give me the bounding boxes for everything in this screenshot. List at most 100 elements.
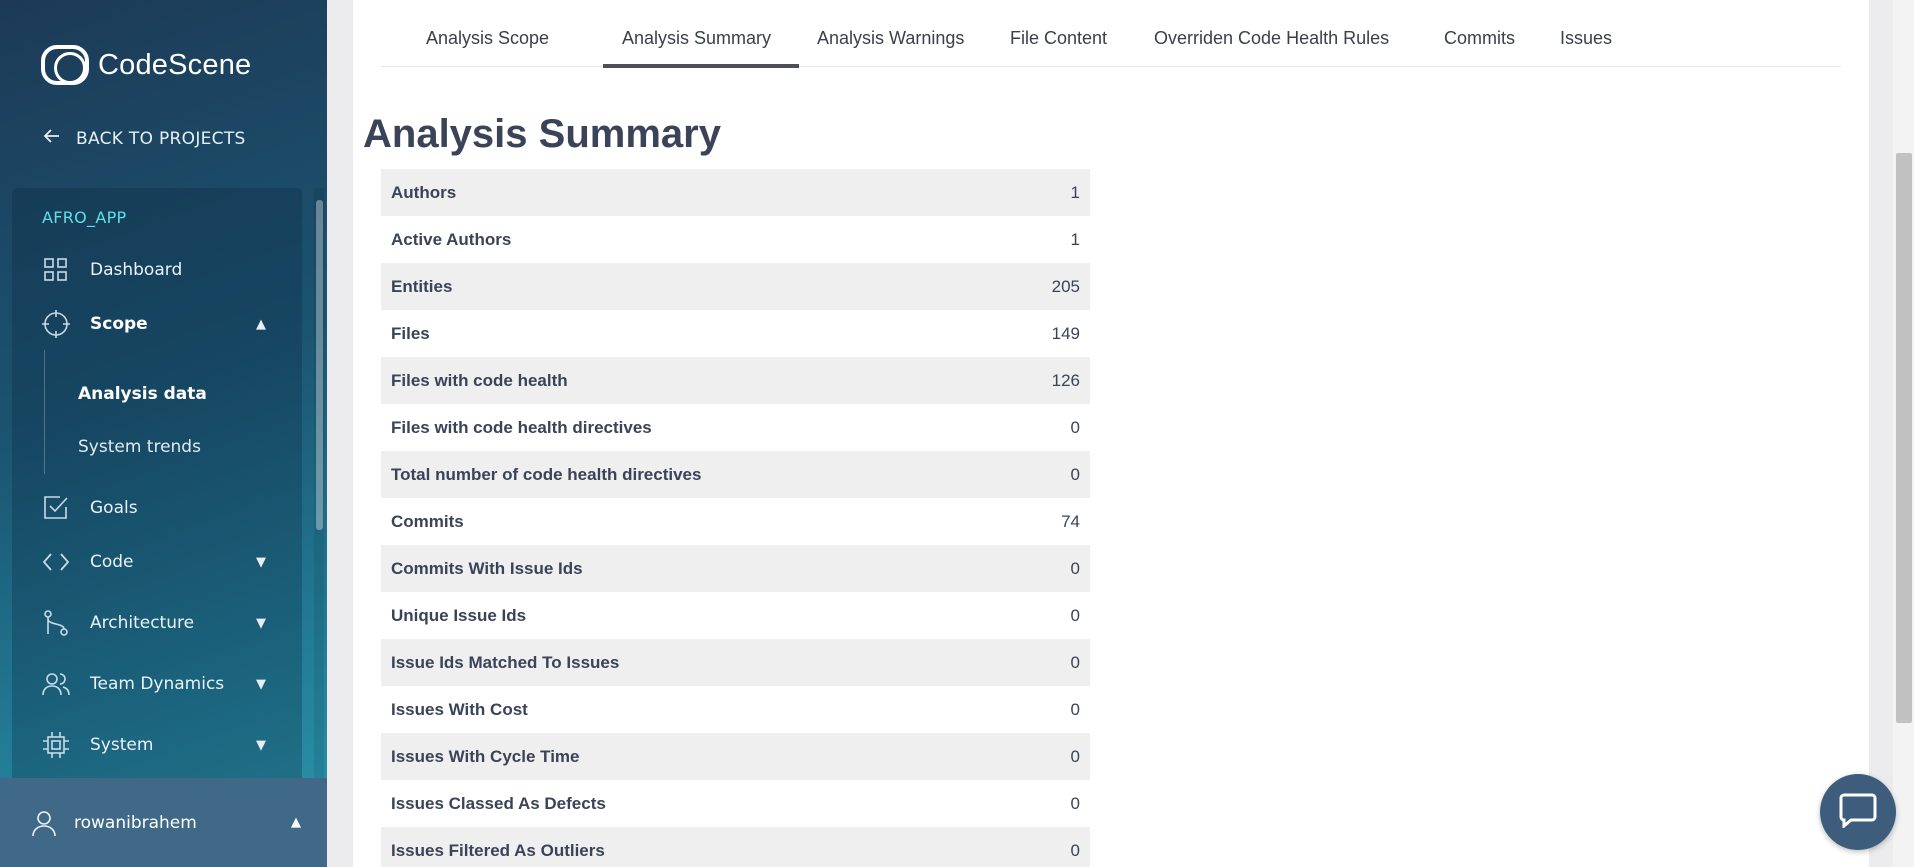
row-label: Total number of code health directives xyxy=(391,464,702,484)
row-value: 0 xyxy=(1070,652,1080,672)
back-to-projects-link[interactable]: BACK TO PROJECTS xyxy=(42,126,246,151)
main-content: Analysis Scope Analysis Summary Analysis… xyxy=(353,0,1869,867)
row-label: Issues Classed As Defects xyxy=(391,793,606,813)
page-title: Analysis Summary xyxy=(363,112,721,156)
user-name: rowanibrahem xyxy=(74,812,197,833)
tab-overriden-code-health-rules[interactable]: Overriden Code Health Rules xyxy=(1154,28,1389,49)
table-row: Unique Issue Ids 0 xyxy=(381,592,1090,639)
table-row: Files with code health 126 xyxy=(381,357,1090,404)
row-label: Issues Filtered As Outliers xyxy=(391,840,605,860)
tab-commits[interactable]: Commits xyxy=(1444,28,1515,49)
row-value: 0 xyxy=(1070,699,1080,719)
chevron-down-icon: ▼ xyxy=(256,737,266,753)
sidebar-item-label: Goals xyxy=(90,498,138,518)
brand-name: CodeScene xyxy=(98,48,252,81)
row-label: Active Authors xyxy=(391,229,512,249)
table-row: Authors 1 xyxy=(381,169,1090,216)
table-row: Active Authors 1 xyxy=(381,216,1090,263)
row-label: Unique Issue Ids xyxy=(391,605,527,625)
row-label: Issues With Cycle Time xyxy=(391,746,580,766)
row-value: 0 xyxy=(1070,605,1080,625)
table-row: Commits With Issue Ids 0 xyxy=(381,545,1090,592)
active-tab-indicator xyxy=(603,64,799,68)
row-value: 1 xyxy=(1070,182,1080,202)
sidebar-item-system[interactable]: System ▼ xyxy=(42,727,282,763)
sidebar: CodeScene BACK TO PROJECTS AFRO_APP Dash… xyxy=(0,0,327,867)
row-label: Files xyxy=(391,323,430,343)
sidebar-item-dashboard[interactable]: Dashboard xyxy=(42,252,282,288)
sidebar-item-architecture[interactable]: Architecture ▼ xyxy=(42,605,282,641)
chevron-up-icon: ▲ xyxy=(256,316,266,332)
table-row: Commits 74 xyxy=(381,498,1090,545)
crosshair-icon xyxy=(42,310,70,338)
row-label: Issues With Cost xyxy=(391,699,528,719)
row-value: 1 xyxy=(1070,229,1080,249)
project-nav-panel: AFRO_APP Dashboard Scope ▲ Analysis data… xyxy=(12,188,302,778)
sidebar-item-goals[interactable]: Goals xyxy=(42,490,282,526)
row-label: Files with code health xyxy=(391,370,568,390)
row-value: 0 xyxy=(1070,558,1080,578)
chevron-down-icon: ▼ xyxy=(256,554,266,570)
tab-analysis-warnings[interactable]: Analysis Warnings xyxy=(817,28,964,49)
row-value: 0 xyxy=(1070,746,1080,766)
table-row: Files with code health directives 0 xyxy=(381,404,1090,451)
tab-bar: Analysis Scope Analysis Summary Analysis… xyxy=(381,0,1841,68)
table-row: Issue Ids Matched To Issues 0 xyxy=(381,639,1090,686)
user-menu[interactable]: rowanibrahem ▲ xyxy=(0,778,327,867)
row-value: 0 xyxy=(1070,840,1080,860)
row-value: 0 xyxy=(1070,417,1080,437)
row-value: 0 xyxy=(1070,464,1080,484)
sidebar-item-code[interactable]: Code ▼ xyxy=(42,544,282,580)
chevron-up-icon: ▲ xyxy=(291,815,301,830)
table-row: Issues Classed As Defects 0 xyxy=(381,780,1090,827)
row-label: Issue Ids Matched To Issues xyxy=(391,652,620,672)
branch-icon xyxy=(42,609,70,637)
chevron-down-icon: ▼ xyxy=(256,615,266,631)
codescene-logo[interactable]: CodeScene xyxy=(41,44,251,86)
chat-button[interactable] xyxy=(1820,774,1896,850)
analysis-summary-table: Authors 1 Active Authors 1 Entities 205 Files 1… xyxy=(381,169,1090,867)
sidebar-scrollbar-thumb[interactable] xyxy=(316,200,323,530)
submenu-line xyxy=(44,350,45,474)
row-value: 126 xyxy=(1051,370,1080,390)
row-value: 74 xyxy=(1061,511,1080,531)
row-value: 0 xyxy=(1070,793,1080,813)
chip-icon xyxy=(42,731,70,759)
tab-file-content[interactable]: File Content xyxy=(1010,28,1107,49)
page-scrollbar-thumb[interactable] xyxy=(1896,153,1912,723)
table-row: Issues With Cycle Time 0 xyxy=(381,733,1090,780)
chat-bubble-icon xyxy=(1838,792,1878,832)
table-row: Entities 205 xyxy=(381,263,1090,310)
user-icon xyxy=(30,809,58,837)
sidebar-subitem-system-trends[interactable]: System trends xyxy=(78,437,201,457)
sidebar-item-label: Architecture xyxy=(90,613,195,633)
sidebar-subitem-analysis-data[interactable]: Analysis data xyxy=(78,384,207,404)
table-row: Issues With Cost 0 xyxy=(381,686,1090,733)
logo-icon xyxy=(41,45,89,85)
sidebar-item-label: Code xyxy=(90,552,134,572)
grid-icon xyxy=(42,256,70,284)
sidebar-item-scope[interactable]: Scope ▲ xyxy=(42,306,282,342)
tab-analysis-scope[interactable]: Analysis Scope xyxy=(426,28,549,49)
table-row: Total number of code health directives 0 xyxy=(381,451,1090,498)
sidebar-item-label: Dashboard xyxy=(90,260,183,280)
sidebar-item-label: Team Dynamics xyxy=(90,674,225,694)
code-brackets-icon xyxy=(42,548,70,576)
row-label: Files with code health directives xyxy=(391,417,652,437)
row-label: Commits With Issue Ids xyxy=(391,558,583,578)
tab-issues[interactable]: Issues xyxy=(1560,28,1612,49)
sidebar-item-label: Scope xyxy=(90,314,148,334)
row-value: 149 xyxy=(1051,323,1080,343)
row-label: Commits xyxy=(391,511,464,531)
chevron-down-icon: ▼ xyxy=(256,676,266,692)
back-to-projects-label: BACK TO PROJECTS xyxy=(76,128,246,149)
project-name[interactable]: AFRO_APP xyxy=(42,208,127,227)
sidebar-item-team-dynamics[interactable]: Team Dynamics ▼ xyxy=(42,666,282,702)
arrow-left-icon xyxy=(42,126,62,151)
table-row: Files 149 xyxy=(381,310,1090,357)
row-label: Entities xyxy=(391,276,453,296)
table-row: Issues Filtered As Outliers 0 xyxy=(381,827,1090,867)
users-icon xyxy=(42,670,70,698)
tab-analysis-summary[interactable]: Analysis Summary xyxy=(622,28,771,49)
row-label: Authors xyxy=(391,182,457,202)
